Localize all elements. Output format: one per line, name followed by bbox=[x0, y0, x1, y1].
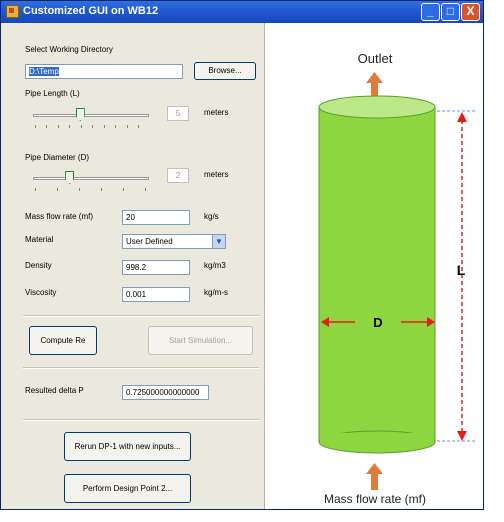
mass-flow-input[interactable]: 20 bbox=[122, 210, 190, 225]
minimize-button[interactable]: _ bbox=[421, 3, 440, 21]
slider-tick bbox=[46, 125, 47, 128]
separator bbox=[23, 315, 259, 317]
slider-tick bbox=[92, 125, 93, 128]
slider-tick bbox=[127, 125, 128, 128]
separator bbox=[23, 367, 259, 369]
slider-tick bbox=[79, 188, 80, 191]
slider-tick bbox=[104, 125, 105, 128]
pipe-diameter-value-box: 2 bbox=[167, 168, 189, 183]
pipe-length-value-box: 5 bbox=[167, 106, 189, 121]
slider-tick bbox=[145, 188, 146, 191]
working-dir-label: Select Working Directory bbox=[25, 45, 113, 54]
slider-tick bbox=[69, 125, 70, 128]
pipe-length-unit: meters bbox=[204, 108, 229, 117]
inlet-arrow-icon bbox=[366, 463, 383, 490]
browse-button[interactable]: Browse... bbox=[194, 62, 256, 80]
density-input[interactable]: 998.2 bbox=[122, 260, 190, 275]
compute-re-button[interactable]: Compute Re bbox=[29, 326, 97, 355]
outlet-arrow-icon bbox=[366, 72, 383, 99]
perform-design-point-2-button[interactable]: Perform Design Point 2... bbox=[64, 474, 191, 503]
material-label: Material bbox=[25, 235, 54, 244]
app-window: Customized GUI on WB12 _ □ X Select Work… bbox=[0, 0, 484, 510]
pipe-diameter-slider-thumb[interactable] bbox=[65, 171, 75, 184]
slider-tick bbox=[35, 125, 36, 128]
slider-tick bbox=[58, 125, 59, 128]
separator bbox=[23, 419, 259, 421]
window-title: Customized GUI on WB12 bbox=[23, 5, 159, 17]
maximize-button[interactable]: □ bbox=[441, 3, 460, 21]
app-icon bbox=[6, 5, 19, 18]
result-output[interactable]: 0.725000000000000 bbox=[122, 385, 209, 400]
mass-flow-unit: kg/s bbox=[204, 212, 219, 221]
pipe-length-slider-thumb[interactable] bbox=[75, 108, 85, 121]
slider-tick bbox=[138, 125, 139, 128]
pipe-length-label: Pipe Length (L) bbox=[25, 89, 80, 98]
inlet-label: Mass flow rate (mf) bbox=[324, 492, 426, 506]
viscosity-unit: kg/m-s bbox=[204, 288, 228, 297]
viscosity-input[interactable]: 0.001 bbox=[122, 287, 190, 302]
mass-flow-label: Mass flow rate (mf) bbox=[25, 212, 94, 221]
diameter-label: D bbox=[373, 315, 382, 330]
pipe-diameter-unit: meters bbox=[204, 170, 229, 179]
material-dropdown[interactable]: User Defined ▼ bbox=[122, 234, 226, 249]
result-label: Resulted delta P bbox=[25, 386, 84, 395]
slider-tick bbox=[57, 188, 58, 191]
outlet-label: Outlet bbox=[358, 51, 393, 66]
title-bar[interactable]: Customized GUI on WB12 _ □ X bbox=[1, 1, 483, 23]
pipe-diagram: Outlet L D Mass flow rate (mf) bbox=[318, 51, 475, 506]
working-dir-value: D:\Temp bbox=[29, 67, 59, 76]
slider-tick bbox=[35, 188, 36, 191]
density-label: Density bbox=[25, 261, 52, 270]
slider-tick bbox=[123, 188, 124, 191]
working-dir-input[interactable]: D:\Temp bbox=[25, 64, 183, 79]
rerun-dp1-button[interactable]: Rerun DP-1 with new inputs... bbox=[64, 432, 191, 461]
start-simulation-button[interactable]: Start Simulation... bbox=[148, 326, 253, 355]
pipe-diameter-label: Pipe Diameter (D) bbox=[25, 153, 90, 162]
slider-tick bbox=[115, 125, 116, 128]
pipe-cylinder bbox=[318, 95, 436, 454]
close-button[interactable]: X bbox=[461, 3, 480, 21]
pipe-diameter-slider-track[interactable] bbox=[33, 177, 149, 180]
density-unit: kg/m3 bbox=[204, 261, 226, 270]
viscosity-label: Viscosity bbox=[25, 288, 57, 297]
slider-tick bbox=[81, 125, 82, 128]
slider-tick bbox=[101, 188, 102, 191]
material-value: User Defined bbox=[126, 237, 173, 246]
input-panel: Select Working Directory D:\Temp Browse.… bbox=[1, 23, 265, 509]
pipe-length-slider-track[interactable] bbox=[33, 114, 149, 117]
length-label: L bbox=[457, 262, 466, 278]
chevron-down-icon[interactable]: ▼ bbox=[212, 235, 225, 248]
